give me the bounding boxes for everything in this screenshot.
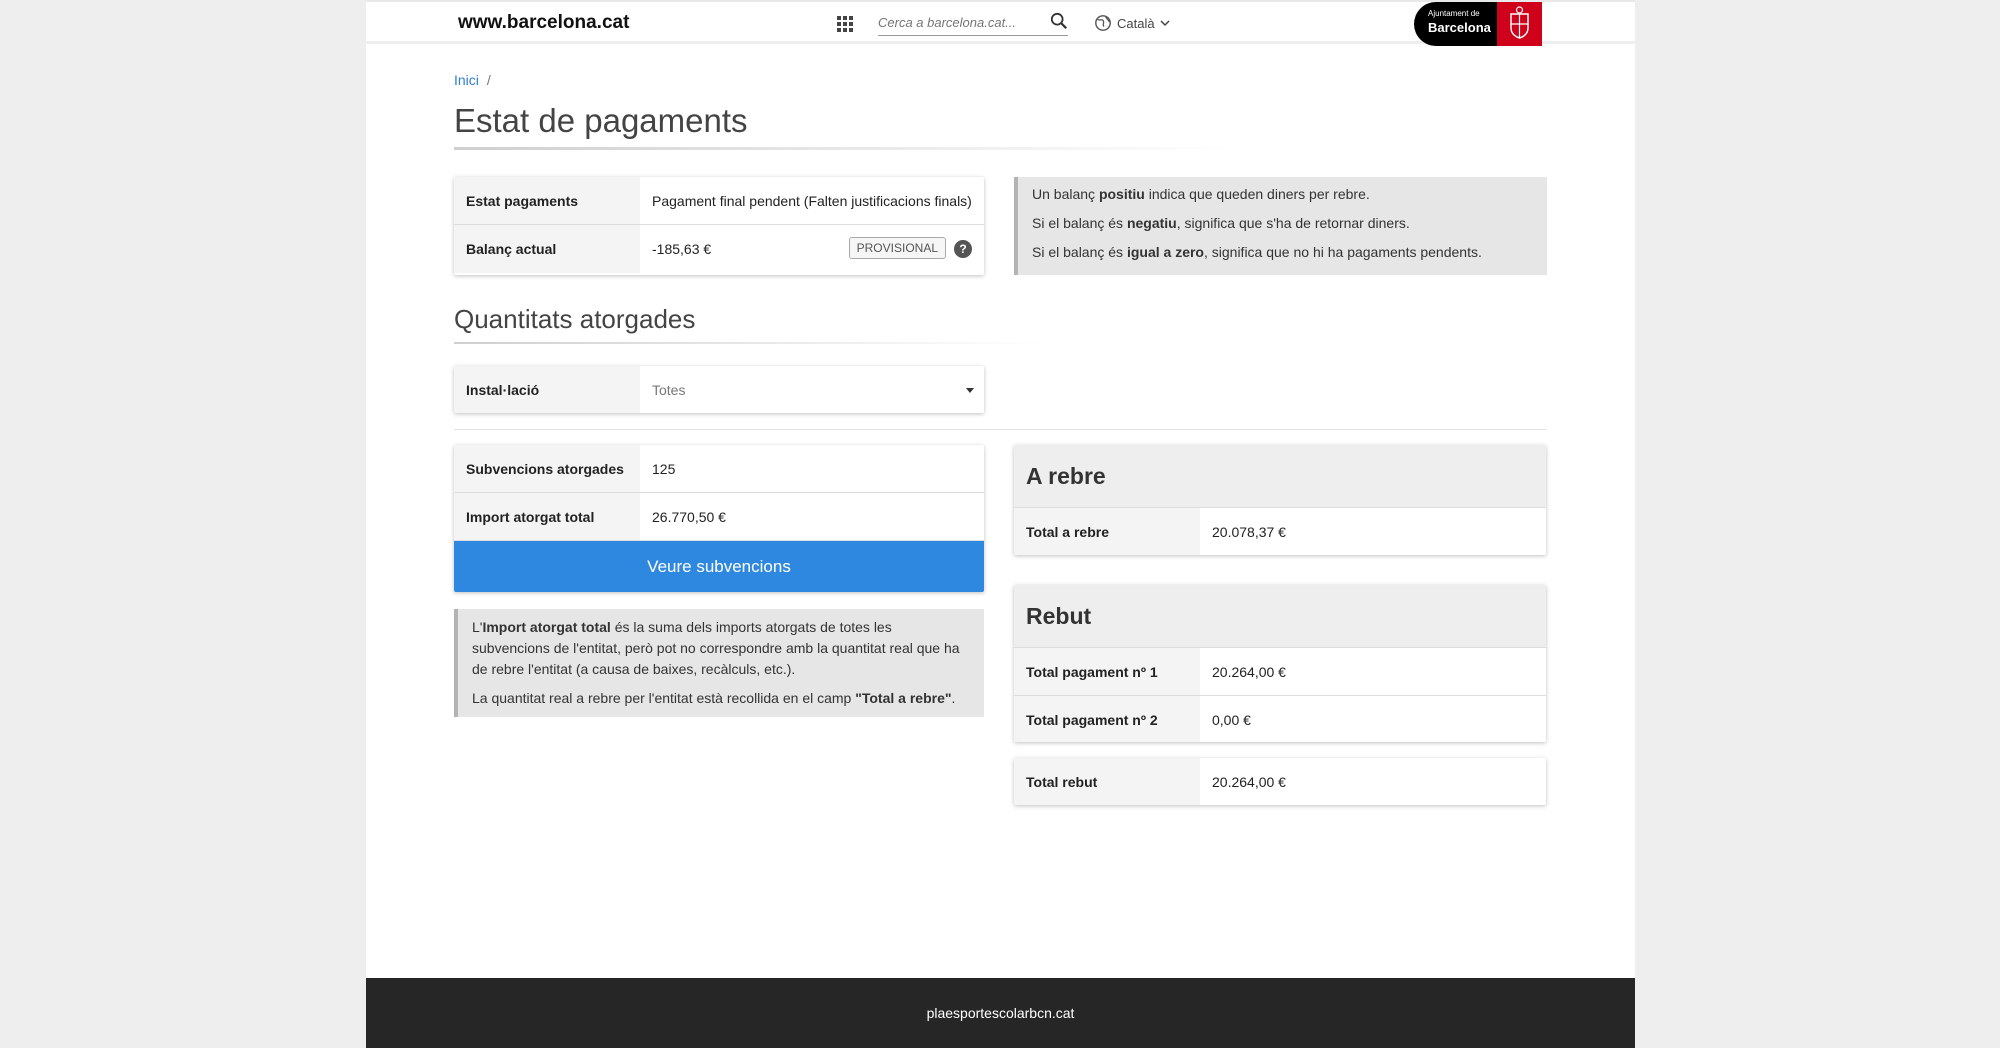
grants-note-paragraph-1: L'Import atorgat total és la suma dels i…	[472, 619, 960, 677]
divider	[454, 429, 1547, 430]
installation-filter-card: Instal·lació Totes	[454, 366, 984, 413]
grants-count-value: 125	[652, 460, 676, 477]
grants-count-row: Subvencions atorgades 125	[454, 445, 984, 493]
page-container: www.barcelona.cat Català Ajuntament de	[366, 0, 1635, 1048]
balance-value: -185,63 €	[652, 241, 712, 257]
status-value: Pagament final pendent (Falten justifica…	[652, 192, 972, 209]
balance-row: Balanç actual -185,63 € PROVISIONAL ?	[454, 225, 984, 273]
chevron-down-icon	[1160, 20, 1170, 27]
top-bar: www.barcelona.cat Català Ajuntament de	[366, 0, 1635, 46]
payment-2-row: Total pagament nº 2 0,00 €	[1014, 696, 1546, 742]
search-icon[interactable]	[1050, 12, 1068, 30]
grants-amount-label: Import atorgat total	[454, 493, 640, 540]
grants-count-label: Subvencions atorgades	[454, 445, 640, 492]
language-label: Català	[1117, 15, 1155, 31]
grants-card: Subvencions atorgades 125 Import atorgat…	[454, 445, 984, 592]
grants-amount-value: 26.770,50 €	[652, 508, 726, 525]
grants-note-paragraph-2: La quantitat real a rebre per l'entitat …	[472, 690, 956, 706]
search-input[interactable]	[878, 10, 1038, 34]
payment-2-label: Total pagament nº 2	[1014, 696, 1200, 742]
total-received-value: 20.264,00 €	[1212, 773, 1286, 790]
installation-select-value: Totes	[652, 381, 686, 398]
payment-2-value: 0,00 €	[1212, 712, 1251, 728]
payment-status-card: Estat pagaments Pagament final pendent (…	[454, 177, 984, 275]
section-underline	[454, 342, 1044, 344]
balance-note-line-3: Si el balanç és igual a zero, significa …	[1032, 244, 1482, 260]
breadcrumb-separator: /	[486, 72, 491, 88]
logo-small-text: Ajuntament de	[1428, 9, 1480, 18]
grants-amount-row: Import atorgat total 26.770,50 €	[454, 493, 984, 541]
installation-select[interactable]: Totes	[640, 366, 984, 413]
footer: plaesportescolarbcn.cat	[366, 978, 1635, 1048]
balance-label: Balanç actual	[454, 225, 640, 273]
section-title: Quantitats atorgades	[454, 304, 696, 334]
caret-down-icon	[966, 388, 974, 393]
footer-link[interactable]: plaesportescolarbcn.cat	[927, 1005, 1075, 1021]
balance-note-line-2: Si el balanç és negatiu, significa que s…	[1032, 215, 1410, 231]
to-receive-value: 20.078,37 €	[1212, 523, 1286, 540]
logo-big-text: Barcelona	[1428, 20, 1491, 35]
barcelona-logo[interactable]: Ajuntament de Barcelona	[1414, 2, 1542, 46]
breadcrumb: Inici /	[454, 72, 491, 88]
installation-label: Instal·lació	[454, 366, 640, 413]
status-label: Estat pagaments	[454, 177, 640, 224]
received-title: Rebut	[1014, 585, 1546, 648]
help-icon[interactable]: ?	[954, 240, 972, 258]
total-received-label: Total rebut	[1014, 758, 1200, 805]
total-received-card: Total rebut 20.264,00 €	[1014, 758, 1546, 805]
provisional-badge: PROVISIONAL	[848, 237, 946, 259]
breadcrumb-home-link[interactable]: Inici	[454, 72, 479, 88]
to-receive-row: Total a rebre 20.078,37 €	[1014, 508, 1546, 555]
search-box	[878, 10, 1068, 36]
payment-1-label: Total pagament nº 1	[1014, 648, 1200, 695]
title-underline	[454, 147, 1234, 150]
grants-info-note: L'Import atorgat total és la suma dels i…	[454, 609, 984, 717]
to-receive-card: A rebre Total a rebre 20.078,37 €	[1014, 445, 1546, 555]
balance-info-note: Un balanç positiu indica que queden dine…	[1014, 177, 1547, 275]
payment-1-row: Total pagament nº 1 20.264,00 €	[1014, 648, 1546, 696]
payment-1-value: 20.264,00 €	[1212, 663, 1286, 680]
site-url-link[interactable]: www.barcelona.cat	[458, 12, 629, 34]
globe-icon	[1095, 15, 1111, 31]
balance-cell: -185,63 € PROVISIONAL ?	[640, 225, 984, 273]
apps-grid-icon[interactable]	[837, 16, 853, 32]
total-received-row: Total rebut 20.264,00 €	[1014, 758, 1546, 805]
to-receive-label: Total a rebre	[1014, 508, 1200, 555]
language-selector[interactable]: Català	[1094, 14, 1170, 32]
status-row: Estat pagaments Pagament final pendent (…	[454, 177, 984, 225]
installation-row: Instal·lació Totes	[454, 366, 984, 413]
balance-note-line-1: Un balanç positiu indica que queden dine…	[1032, 186, 1370, 202]
to-receive-title: A rebre	[1014, 445, 1546, 508]
received-card: Rebut Total pagament nº 1 20.264,00 € To…	[1014, 585, 1546, 742]
city-emblem-icon	[1497, 2, 1542, 46]
view-grants-button[interactable]: Veure subvencions	[454, 541, 984, 592]
page-title: Estat de pagaments	[454, 102, 748, 139]
